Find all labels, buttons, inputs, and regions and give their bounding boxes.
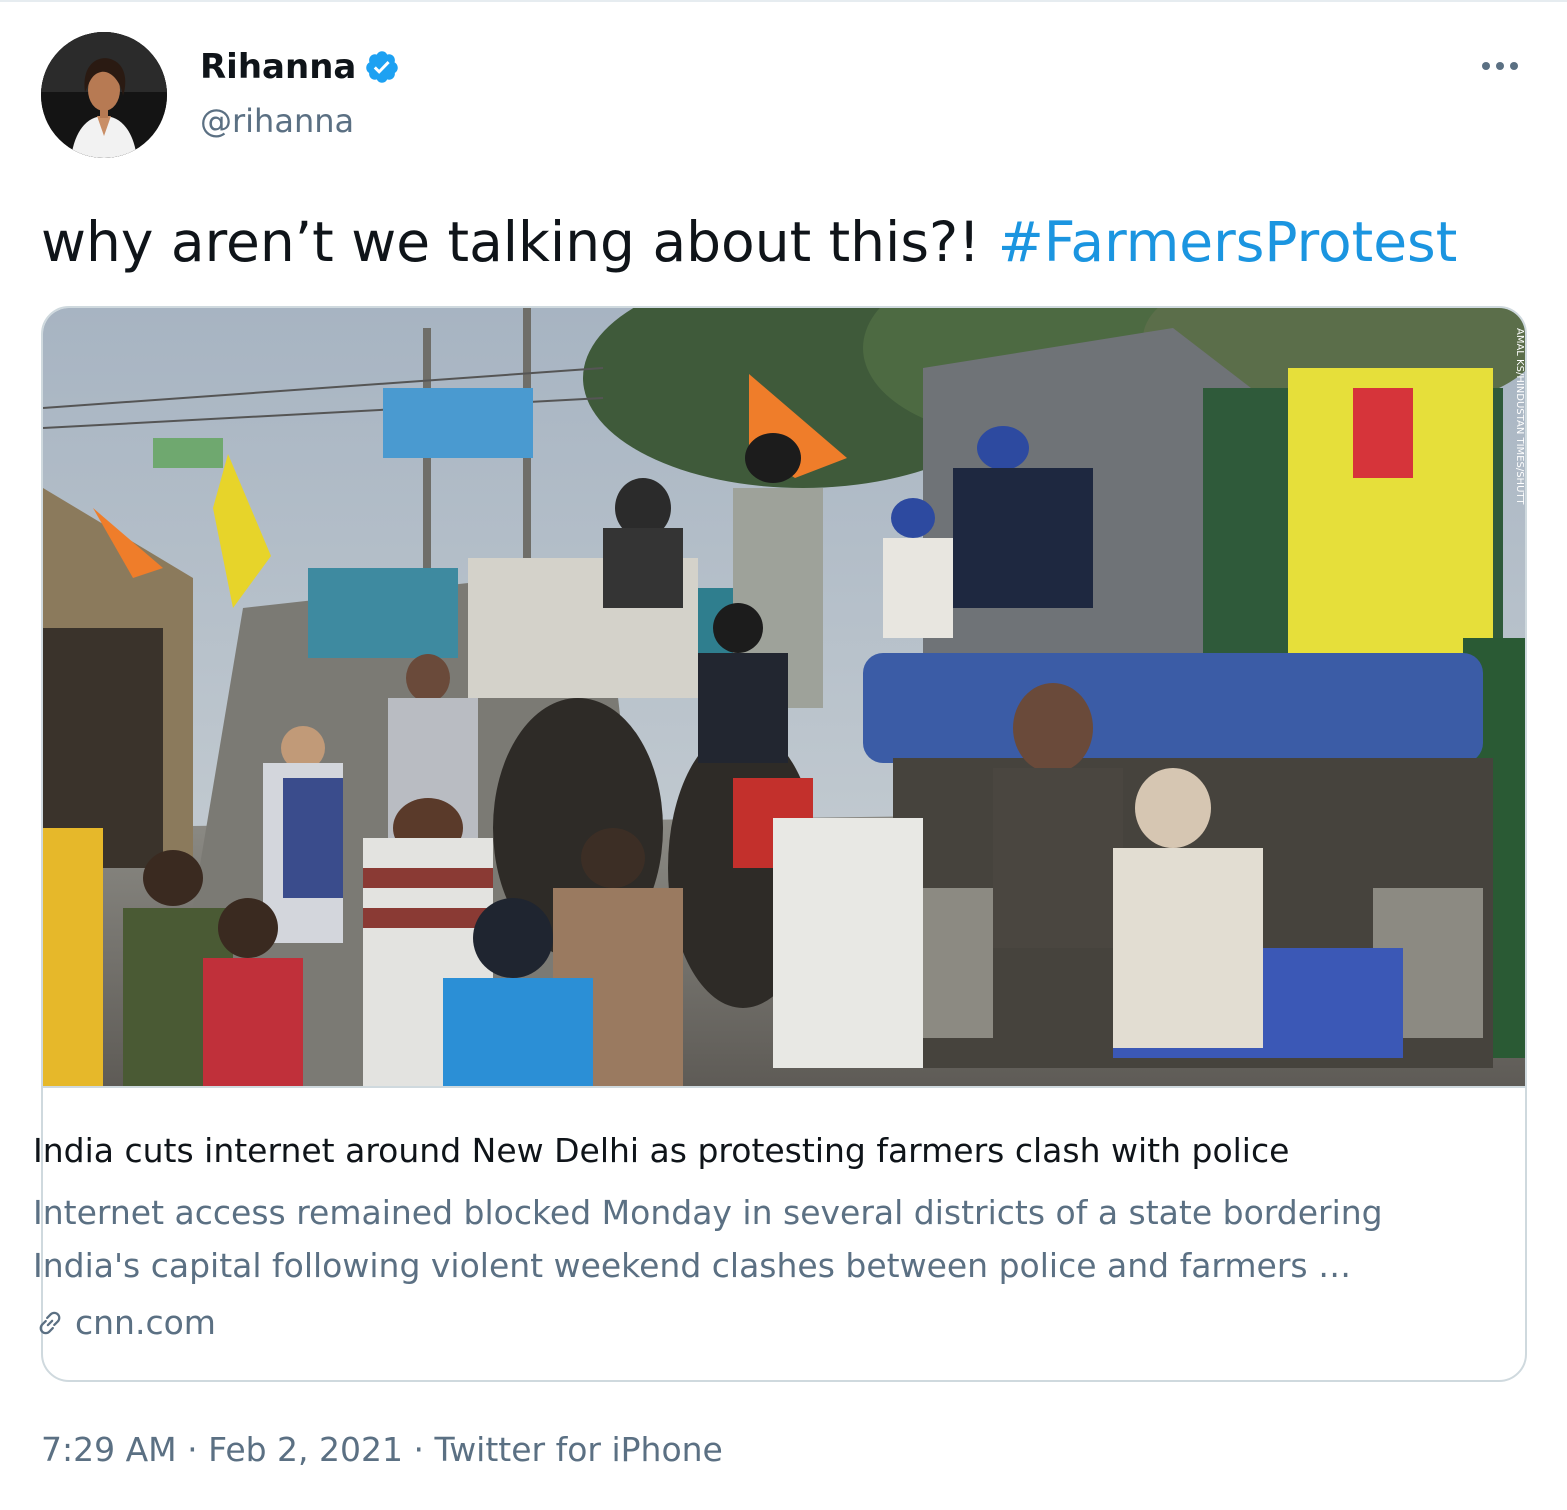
card-description-line: Internet access remained blocked Monday … [33,1193,1383,1232]
card-image: AMAL KS/HINDUSTAN TIMES/SHUTT [43,308,1525,1086]
avatar[interactable] [41,32,167,158]
more-horizontal-icon [1482,62,1518,70]
tweet-text-body: why aren’t we talking about this?! [41,210,998,274]
card-description-line: India's capital following violent weeken… [33,1246,1352,1285]
card-divider [43,1086,1525,1088]
hashtag-link[interactable]: #FarmersProtest [998,210,1458,274]
separator: · [403,1430,435,1469]
display-name-text: Rihanna [200,47,357,87]
image-credit: AMAL KS/HINDUSTAN TIMES/SHUTT [1514,328,1525,505]
tweet-timestamp: 7:29 AM · Feb 2, 2021 · Twitter for iPho… [41,1426,723,1474]
handle[interactable]: @rihanna [200,99,354,143]
top-divider [0,0,1567,2]
link-icon [33,1306,67,1340]
verified-badge-icon [364,49,400,85]
card-domain[interactable]: cnn.com [33,1300,216,1346]
avatar-image [41,32,167,158]
protest-photo: AMAL KS/HINDUSTAN TIMES/SHUTT [43,308,1525,1086]
separator: · [176,1430,209,1469]
tweet-date[interactable]: Feb 2, 2021 [208,1430,403,1469]
tweet-time[interactable]: 7:29 AM [41,1430,177,1469]
tweet-text: why aren’t we talking about this?! #Farm… [41,206,1457,278]
display-name[interactable]: Rihanna [200,44,400,90]
tweet-source[interactable]: Twitter for iPhone [435,1430,723,1469]
card-description: Internet access remained blocked Monday … [33,1186,1473,1292]
card-title[interactable]: India cuts internet around New Delhi as … [33,1128,1289,1174]
more-options-button[interactable] [1470,44,1530,88]
card-domain-text: cnn.com [75,1303,216,1342]
